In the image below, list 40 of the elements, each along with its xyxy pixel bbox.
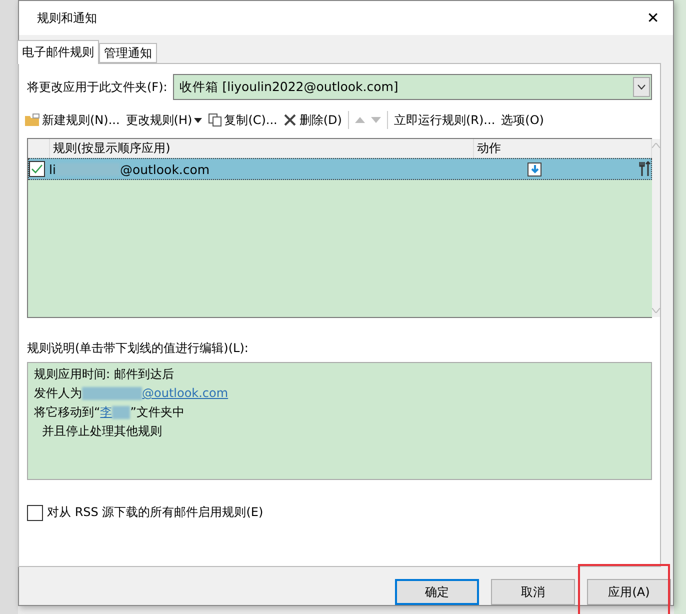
value-link[interactable]: @outlook.com xyxy=(82,385,228,401)
rss-checkbox[interactable] xyxy=(27,504,43,520)
move-down-icon xyxy=(370,116,381,124)
tab[interactable]: 管理通知 xyxy=(99,43,157,63)
description-text: 规则应用时间: 邮件到达后 xyxy=(34,366,174,382)
run-rules-button[interactable]: 立即运行规则(R)... xyxy=(390,109,498,131)
description-label: 规则说明(单击带下划线的值进行编辑)(L): xyxy=(27,340,250,357)
caret-icon xyxy=(194,118,202,122)
delete-button[interactable]: 删除(D) xyxy=(280,109,345,131)
dialog-button[interactable]: 取消 xyxy=(491,579,575,605)
options-button[interactable]: 选项(O) xyxy=(498,109,547,131)
close-button[interactable]: ✕ xyxy=(633,3,673,33)
copy-button[interactable]: 复制(C)... xyxy=(205,109,280,131)
copy-icon xyxy=(208,113,222,127)
window-title: 规则和通知 xyxy=(37,10,97,26)
rule-checkbox[interactable] xyxy=(29,161,45,177)
folder-dropdown[interactable]: 收件箱 [liyoulin2022@outlook.com] xyxy=(173,74,652,100)
description-text: 发件人为 xyxy=(34,385,82,401)
scroll-down-icon[interactable] xyxy=(652,308,660,313)
new-folder-icon xyxy=(24,113,40,127)
move-to-folder-icon xyxy=(527,161,543,177)
delete-icon xyxy=(283,113,298,127)
new-rule-button[interactable]: 新建规则(N)... xyxy=(21,109,123,131)
dropdown-button[interactable] xyxy=(633,77,650,97)
scroll-up-icon[interactable] xyxy=(652,143,660,148)
value-link[interactable]: 李 xyxy=(100,404,130,420)
rule-row[interactable]: li @outlook.com xyxy=(28,158,652,180)
move-up-icon xyxy=(354,116,365,124)
description-text: ”文件夹中 xyxy=(130,404,184,420)
folder-label: 将更改应用于此文件夹(F): xyxy=(27,78,168,96)
description-text: 将它移动到“ xyxy=(34,404,100,420)
description-text: 并且停止处理其他规则 xyxy=(42,423,162,439)
rule-name: li @outlook.com xyxy=(49,162,211,176)
scrollbar[interactable] xyxy=(652,139,660,317)
change-rule-button[interactable]: 更改规则(H) xyxy=(122,109,206,131)
dialog-button[interactable]: 确定 xyxy=(395,579,479,605)
chevron-down-icon xyxy=(637,84,646,90)
rss-label: 对从 RSS 源下载的所有邮件启用规则(E) xyxy=(47,504,264,521)
tab[interactable]: 电子邮件规则 xyxy=(17,40,99,64)
dialog-button[interactable]: 应用(A) xyxy=(587,579,671,605)
